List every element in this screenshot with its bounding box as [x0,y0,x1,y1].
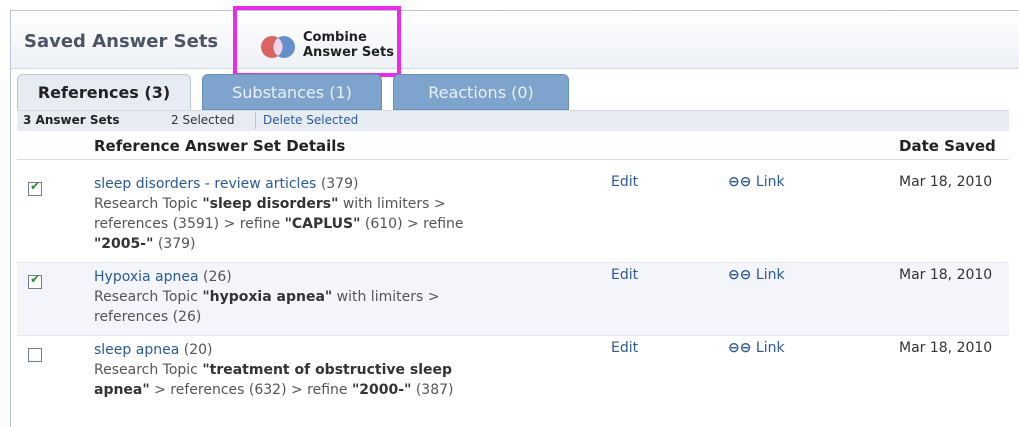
table-row: sleep disorders - review articles (379) … [17,170,1009,263]
row-details: sleep apnea (20) Research Topic "treatme… [94,342,454,398]
tab-substances[interactable]: Substances (1) [202,74,382,110]
answer-set-count: (20) [183,342,213,358]
link-button[interactable]: ⊖⊖ Link [728,174,785,190]
answer-set-count: (26) [203,269,232,285]
combine-answer-sets-button[interactable]: Combine Answer Sets [259,26,409,66]
answer-set-name-link[interactable]: sleep disorders - review articles [94,176,316,192]
date-saved: Mar 18, 2010 [899,267,993,283]
row-checkbox[interactable] [28,348,42,362]
selected-count: 2 Selected [171,113,235,127]
table-header: Reference Answer Set Details Date Saved [17,131,1009,160]
table-row: Hypoxia apnea (26) Research Topic "hypox… [17,263,1009,336]
answer-set-name-link[interactable]: sleep apnea [94,342,179,358]
delete-selected-link[interactable]: Delete Selected [263,113,358,127]
row-checkbox[interactable] [28,179,42,196]
row-checkbox[interactable] [28,272,42,289]
answer-set-tabs: References (3) Substances (1) Reactions … [17,74,1009,110]
date-saved: Mar 18, 2010 [899,340,993,356]
tab-reactions[interactable]: Reactions (0) [393,74,569,110]
column-header-details: Reference Answer Set Details [94,137,346,155]
panel-header: Saved Answer Sets Combine Answer Sets [11,6,1019,77]
page-title: Saved Answer Sets [24,31,219,52]
tab-references[interactable]: References (3) [17,74,191,110]
combine-label: Combine Answer Sets [303,30,394,60]
chain-link-icon: ⊖⊖ [728,267,752,283]
answer-set-name-link[interactable]: Hypoxia apnea [94,269,199,285]
venn-diagram-icon [261,36,295,58]
link-button[interactable]: ⊖⊖ Link [728,340,785,356]
table-row: sleep apnea (20) Research Topic "treatme… [17,336,1009,426]
answer-set-count: (379) [320,176,359,192]
answer-set-count: 3 Answer Sets [23,113,120,127]
row-details: sleep disorders - review articles (379) … [94,176,464,252]
date-saved: Mar 18, 2010 [899,174,993,190]
column-header-date[interactable]: Date Saved [899,137,996,155]
chain-link-icon: ⊖⊖ [728,340,752,356]
edit-link[interactable]: Edit [611,174,638,190]
selection-toolbar: 3 Answer Sets 2 Selected Delete Selected [17,110,1009,131]
edit-link[interactable]: Edit [611,340,638,356]
link-button[interactable]: ⊖⊖ Link [728,267,785,283]
chain-link-icon: ⊖⊖ [728,174,752,190]
edit-link[interactable]: Edit [611,267,638,283]
row-details: Hypoxia apnea (26) Research Topic "hypox… [94,269,440,325]
divider [255,112,256,129]
